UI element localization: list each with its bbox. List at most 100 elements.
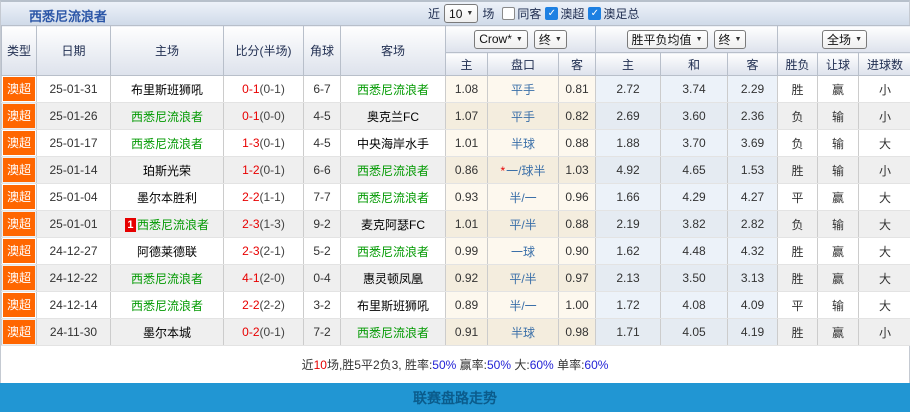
halftime-score: (0-0) <box>260 109 285 123</box>
away-team[interactable]: 西悉尼流浪者 <box>357 245 429 259</box>
corner-score: 7-7 <box>304 184 341 211</box>
score: 2-2(1-1) <box>224 184 304 211</box>
checkbox-checked-icon[interactable]: ✓ <box>545 7 558 20</box>
odds-value-select[interactable]: 胜平负均值 ▼ <box>627 30 708 49</box>
result-goals: 小 <box>859 157 910 184</box>
match-date: 24-12-22 <box>37 265 111 292</box>
handicap-away-odds: 0.97 <box>559 265 596 292</box>
result-handicap: 输 <box>818 292 859 319</box>
result-goals: 大 <box>859 130 910 157</box>
away-team[interactable]: 中央海岸水手 <box>357 137 429 151</box>
away-team[interactable]: 西悉尼流浪者 <box>357 164 429 178</box>
result-handicap: 赢 <box>818 265 859 292</box>
home-team[interactable]: 西悉尼流浪者 <box>131 110 203 124</box>
corner-score: 9-2 <box>304 211 341 238</box>
fulltime-score: 0-2 <box>242 325 259 339</box>
home-team[interactable]: 西悉尼流浪者 <box>137 218 209 232</box>
odds-group-header: 胜平负均值 ▼ 终 ▼ <box>596 26 778 53</box>
result-handicap: 输 <box>818 103 859 130</box>
home-team[interactable]: 墨尔本城 <box>143 326 191 340</box>
odds-time-select[interactable]: 终 ▼ <box>714 30 747 49</box>
result-wdl: 平 <box>778 292 818 319</box>
chevron-down-icon: ▼ <box>466 10 473 17</box>
scope-select[interactable]: 全场 ▼ <box>822 30 867 49</box>
handicap-away-odds: 1.03 <box>559 157 596 184</box>
home-team[interactable]: 西悉尼流浪者 <box>131 272 203 286</box>
summary-segment: 单率: <box>554 356 585 373</box>
home-team[interactable]: 西悉尼流浪者 <box>131 299 203 313</box>
match-date: 25-01-04 <box>37 184 111 211</box>
corner-score: 3-2 <box>304 292 341 319</box>
league-badge: 澳超 <box>3 212 35 236</box>
summary-segment: 50% <box>432 358 456 372</box>
fulltime-score: 1-3 <box>242 136 259 150</box>
chevron-down-icon: ▼ <box>555 36 562 43</box>
handicap-line: 半球 <box>488 130 559 157</box>
match-date: 25-01-26 <box>37 103 111 130</box>
league-badge: 澳超 <box>3 239 35 263</box>
result-goals: 大 <box>859 184 910 211</box>
result-wdl: 负 <box>778 103 818 130</box>
handicap-home-odds: 1.01 <box>446 130 488 157</box>
result-wdl: 胜 <box>778 157 818 184</box>
corner-score: 7-2 <box>304 319 341 346</box>
handicap-home-odds: 0.99 <box>446 238 488 265</box>
fulltime-score: 2-3 <box>242 217 259 231</box>
checkbox-label: 澳足总 <box>603 5 639 22</box>
table-row: 澳超24-12-14西悉尼流浪者2-2(2-2)3-2布里斯班狮吼0.89半/一… <box>2 292 910 319</box>
table-row: 澳超24-12-22西悉尼流浪者4-1(2-0)0-4惠灵顿凤凰0.92平/半0… <box>2 265 910 292</box>
halftime-score: (0-1) <box>260 136 285 150</box>
near-count-select[interactable]: 10 ▼ <box>444 4 478 23</box>
result-handicap: 赢 <box>818 184 859 211</box>
col-header-score: 比分(半场) <box>224 26 304 76</box>
odds-draw: 3.50 <box>661 265 728 292</box>
summary-segment: 60% <box>584 358 608 372</box>
handicap-line: *一/球半 <box>488 157 559 184</box>
halftime-score: (1-1) <box>260 190 285 204</box>
odds-away: 3.13 <box>728 265 778 292</box>
away-team[interactable]: 西悉尼流浪者 <box>357 191 429 205</box>
subcol-handicap-home: 主 <box>446 53 488 76</box>
home-team[interactable]: 珀斯光荣 <box>143 164 191 178</box>
summary-segment: 60% <box>530 358 554 372</box>
league-badge: 澳超 <box>3 293 35 317</box>
away-team[interactable]: 奥克兰FC <box>367 110 419 124</box>
home-team[interactable]: 西悉尼流浪者 <box>131 137 203 151</box>
filter-checkbox-0[interactable]: 同客 <box>502 5 541 22</box>
match-date: 25-01-01 <box>37 211 111 238</box>
bookmaker-select[interactable]: Crow* ▼ <box>474 30 528 49</box>
filter-checkbox-1[interactable]: ✓澳超 <box>545 5 584 22</box>
filter-checkbox-2[interactable]: ✓澳足总 <box>588 5 639 22</box>
table-row: 澳超25-01-17西悉尼流浪者1-3(0-1)4-5中央海岸水手1.01半球0… <box>2 130 910 157</box>
handicap-away-odds: 0.88 <box>559 130 596 157</box>
result-wdl: 负 <box>778 130 818 157</box>
away-team[interactable]: 布里斯班狮吼 <box>357 299 429 313</box>
result-wdl: 胜 <box>778 319 818 346</box>
corner-score: 4-5 <box>304 103 341 130</box>
away-team[interactable]: 西悉尼流浪者 <box>357 326 429 340</box>
score: 4-1(2-0) <box>224 265 304 292</box>
checkbox-checked-icon[interactable]: ✓ <box>588 7 601 20</box>
handicap-home-odds: 0.91 <box>446 319 488 346</box>
away-team[interactable]: 西悉尼流浪者 <box>357 83 429 97</box>
summary-segment: 场,胜5平2负3, 胜率: <box>327 356 432 373</box>
away-team[interactable]: 惠灵顿凤凰 <box>363 272 423 286</box>
fulltime-score: 2-2 <box>242 298 259 312</box>
result-handicap: 输 <box>818 211 859 238</box>
handicap-time-select[interactable]: 终 ▼ <box>534 30 567 49</box>
home-team[interactable]: 墨尔本胜利 <box>137 191 197 205</box>
col-header-date: 日期 <box>37 26 111 76</box>
near-label: 近 <box>428 5 440 22</box>
home-team[interactable]: 阿德莱德联 <box>137 245 197 259</box>
odds-draw: 4.05 <box>661 319 728 346</box>
handicap-away-odds: 0.88 <box>559 211 596 238</box>
summary-segment: 50% <box>487 358 511 372</box>
score: 2-2(2-2) <box>224 292 304 319</box>
home-team[interactable]: 布里斯班狮吼 <box>131 83 203 97</box>
odds-draw: 3.70 <box>661 130 728 157</box>
handicap-home-odds: 0.92 <box>446 265 488 292</box>
fulltime-score: 2-2 <box>242 190 259 204</box>
checkbox-unchecked-icon[interactable] <box>502 7 515 20</box>
handicap-line: 半球 <box>488 319 559 346</box>
away-team[interactable]: 麦克阿瑟FC <box>361 218 425 232</box>
